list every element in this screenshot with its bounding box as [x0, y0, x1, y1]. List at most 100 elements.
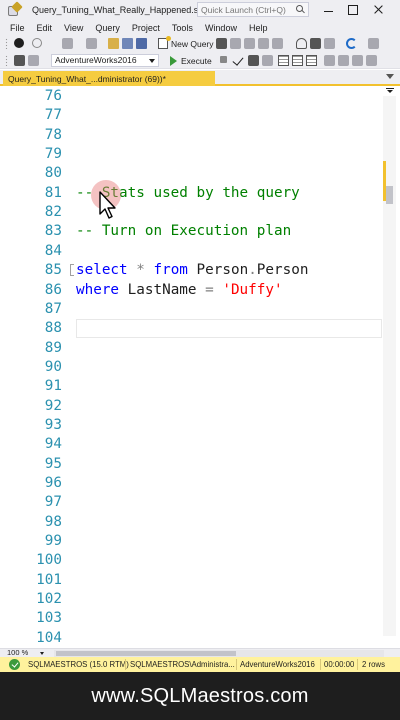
results-to-file-icon[interactable]	[306, 55, 317, 66]
save-all-icon[interactable]	[136, 38, 147, 49]
code-token: 'Duffy'	[222, 281, 283, 298]
menu-view[interactable]: View	[58, 23, 89, 33]
code-line[interactable]: 81 -- Stats used by the query	[0, 184, 382, 203]
code-line[interactable]: 98	[0, 513, 382, 532]
code-line[interactable]: 84	[0, 242, 382, 261]
back-icon[interactable]	[14, 38, 24, 48]
available-databases-select[interactable]: AdventureWorks2016	[51, 54, 159, 67]
database-name: AdventureWorks2016	[55, 55, 137, 65]
dmx-query-icon[interactable]	[244, 38, 255, 49]
code-line[interactable]: 94	[0, 435, 382, 454]
status-divider	[320, 659, 321, 670]
menu-window[interactable]: Window	[199, 23, 243, 33]
code-line[interactable]: 99	[0, 532, 382, 551]
maximize-button[interactable]	[346, 3, 360, 17]
redo-icon[interactable]	[368, 38, 379, 49]
copy-icon[interactable]	[310, 38, 321, 49]
minimize-button[interactable]	[322, 3, 336, 17]
footer-website: www.SQLMaestros.com	[91, 684, 309, 707]
results-to-grid-icon[interactable]	[278, 55, 289, 66]
comment-out-icon[interactable]	[324, 55, 335, 66]
increase-indent-icon[interactable]	[366, 55, 377, 66]
cut-icon[interactable]	[296, 38, 307, 49]
results-to-text-icon[interactable]	[292, 55, 303, 66]
execute-button[interactable]: Execute	[170, 54, 212, 67]
quick-launch-input[interactable]	[198, 4, 294, 15]
tab-query-file[interactable]: Query_Tuning_What_...dministrator (69))*	[3, 71, 215, 86]
line-number: 77	[44, 107, 62, 124]
stop-icon[interactable]	[220, 56, 227, 63]
code-line[interactable]: 93	[0, 416, 382, 435]
toolbar-grip[interactable]	[5, 38, 8, 49]
menu-edit[interactable]: Edit	[31, 23, 59, 33]
database-engine-query-icon[interactable]	[216, 38, 227, 49]
code-line[interactable]: 96	[0, 474, 382, 493]
status-server: SQLMAESTROS (15.0 RTM)	[28, 660, 129, 669]
display-estimated-plan-icon[interactable]	[248, 55, 259, 66]
code-line[interactable]: 102	[0, 590, 382, 609]
toolbar-grip[interactable]	[5, 55, 8, 66]
horizontal-scroll-thumb[interactable]	[56, 651, 236, 656]
quick-launch-box[interactable]	[197, 2, 309, 17]
status-elapsed-time: 00:00:00	[324, 660, 355, 669]
open-file-icon[interactable]	[108, 38, 119, 49]
status-divider	[357, 659, 358, 670]
analysis-query-icon[interactable]	[272, 38, 283, 49]
paste-icon[interactable]	[324, 38, 335, 49]
close-icon[interactable]	[372, 3, 386, 17]
new-project-icon[interactable]	[62, 38, 73, 49]
uncomment-icon[interactable]	[338, 55, 349, 66]
code-line[interactable]: 77	[0, 106, 382, 125]
add-item-icon[interactable]	[86, 38, 97, 49]
status-bar: SQLMAESTROS (15.0 RTM) SQLMAESTROS\Admin…	[0, 657, 400, 672]
code-line[interactable]: 85 select * from Person.Person	[0, 261, 382, 280]
chevron-down-icon[interactable]	[40, 652, 44, 655]
search-icon[interactable]	[296, 5, 305, 14]
code-line[interactable]: 83 -- Turn on Execution plan	[0, 222, 382, 241]
save-icon[interactable]	[122, 38, 133, 49]
code-line[interactable]: 95	[0, 455, 382, 474]
menu-tools[interactable]: Tools	[166, 23, 199, 33]
menu-file[interactable]: File	[4, 23, 31, 33]
new-query-button[interactable]: New Query	[158, 36, 214, 50]
decrease-indent-icon[interactable]	[352, 55, 363, 66]
change-connection-icon[interactable]	[28, 55, 39, 66]
code-line[interactable]: 80	[0, 164, 382, 183]
mouse-pointer-icon	[99, 191, 116, 219]
undo-icon[interactable]	[346, 38, 357, 49]
split-window-icon[interactable]	[386, 88, 394, 93]
code-line[interactable]: 82	[0, 203, 382, 222]
code-line[interactable]: 79	[0, 145, 382, 164]
code-line[interactable]: 100	[0, 551, 382, 570]
menu-project[interactable]: Project	[126, 23, 166, 33]
code-line[interactable]: 91	[0, 377, 382, 396]
code-line[interactable]: 86 where LastName = 'Duffy'	[0, 281, 382, 300]
document-tab-strip: Query_Tuning_What_...dministrator (69))*	[0, 70, 400, 86]
code-line[interactable]: 87	[0, 300, 382, 319]
code-line[interactable]: 90	[0, 358, 382, 377]
code-line[interactable]: 78	[0, 126, 382, 145]
menu-help[interactable]: Help	[243, 23, 274, 33]
code-line[interactable]: 88	[0, 319, 382, 338]
mdx-query-icon[interactable]	[230, 38, 241, 49]
code-line[interactable]: 101	[0, 571, 382, 590]
forward-icon[interactable]	[32, 38, 42, 48]
parse-check-icon[interactable]	[232, 54, 244, 66]
query-designer-icon[interactable]	[262, 55, 273, 66]
query-editor[interactable]: 76 77 78 79 80 81 -- Stats used by the query 82…	[0, 86, 400, 648]
code-line[interactable]: 104	[0, 629, 382, 648]
menu-query[interactable]: Query	[89, 23, 126, 33]
connect-icon[interactable]	[14, 55, 25, 66]
tab-label: Query_Tuning_What_...dministrator (69))*	[8, 73, 166, 84]
code-line[interactable]: 97	[0, 493, 382, 512]
code-line[interactable]: 92	[0, 397, 382, 416]
code-line[interactable]: 103	[0, 609, 382, 628]
code-line[interactable]: 89	[0, 339, 382, 358]
code-line[interactable]: 76	[0, 87, 382, 106]
zoom-bar: 100 %	[0, 648, 400, 657]
xmla-query-icon[interactable]	[258, 38, 269, 49]
tab-overflow-icon[interactable]	[386, 74, 394, 79]
code-token: select	[76, 262, 128, 279]
vertical-scroll-thumb[interactable]	[386, 186, 393, 204]
line-number: 98	[44, 513, 62, 530]
